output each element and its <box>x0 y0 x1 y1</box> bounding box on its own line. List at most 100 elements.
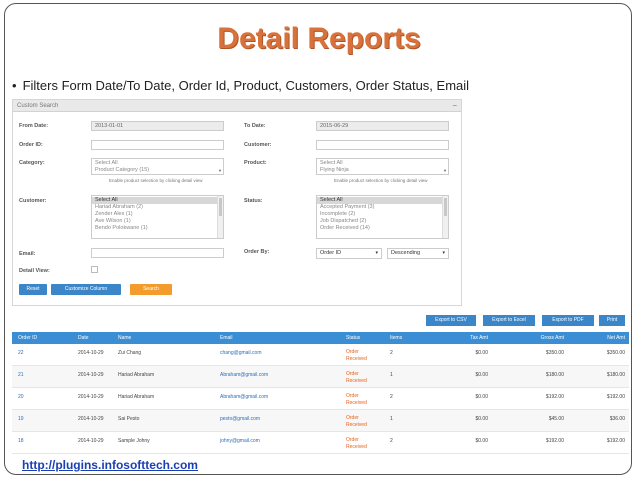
customer-option[interactable]: Ave Wilson (1) <box>95 218 220 225</box>
product-select[interactable]: Select All Flying Ninja ▼ <box>316 158 449 175</box>
customer-option[interactable]: Zender Alex (1) <box>95 211 220 218</box>
results-section: Export to CSV Export to Excel Export to … <box>12 312 629 464</box>
chevron-down-icon: ▾ <box>375 250 378 256</box>
cell-order-id[interactable]: 18 <box>18 438 24 444</box>
table-row: 21 2014-10-29 Hariad Abraham Abraham@gma… <box>12 366 629 388</box>
collapse-icon[interactable]: − <box>452 100 457 112</box>
table-row: 19 2014-10-29 Sai Pesto pesto@gmail.com … <box>12 410 629 432</box>
customize-column-button[interactable]: Customize Column <box>51 284 121 295</box>
status-option[interactable]: Job Dispatched (2) <box>320 218 445 225</box>
header-order-id[interactable]: Order ID <box>18 335 37 341</box>
table-row: 20 2014-10-29 Hariad Abraham Abraham@gma… <box>12 388 629 410</box>
print-button[interactable]: Print <box>599 315 625 326</box>
status-option[interactable]: Order Received (14) <box>320 225 445 232</box>
cell-name: Sai Pesto <box>118 416 140 422</box>
cell-email[interactable]: Abraham@gmail.com <box>220 394 268 400</box>
cell-status: Order Received <box>346 415 367 429</box>
category-option[interactable]: Product Category (15) <box>95 167 220 174</box>
customer-option[interactable]: Select All <box>92 197 223 204</box>
cell-order-id[interactable]: 20 <box>18 394 24 400</box>
panel-title: Custom Search <box>17 103 59 109</box>
cell-net-amt: $36.00 <box>609 416 625 422</box>
cell-date: 2014-10-29 <box>78 350 104 356</box>
cell-date: 2014-10-29 <box>78 372 104 378</box>
category-option[interactable]: Select All <box>95 160 220 167</box>
status-line: Order <box>346 393 359 399</box>
cell-order-id[interactable]: 21 <box>18 372 24 378</box>
cell-email[interactable]: johny@gmail.com <box>220 438 260 444</box>
header-email[interactable]: Email <box>220 335 233 341</box>
order-direction-select[interactable]: Descending ▾ <box>387 248 449 259</box>
reset-button[interactable]: Reset <box>19 284 47 295</box>
export-excel-button[interactable]: Export to Excel <box>483 315 535 326</box>
cell-email[interactable]: chang@gmail.com <box>220 350 261 356</box>
customer-option[interactable]: Bendo Polokwane (1) <box>95 225 220 232</box>
detail-view-label: Detail View: <box>19 268 50 274</box>
customer-text-input[interactable] <box>316 140 449 150</box>
status-line: Order <box>346 437 359 443</box>
header-tax-amt[interactable]: Tax Amt <box>460 335 488 341</box>
order-by-select[interactable]: Order ID ▾ <box>316 248 382 259</box>
search-button[interactable]: Search <box>130 284 172 295</box>
header-name[interactable]: Name <box>118 335 131 341</box>
header-net-amt[interactable]: Net Amt <box>592 335 625 341</box>
status-line: Received <box>346 356 367 362</box>
cell-net-amt: $192.00 <box>606 394 625 400</box>
cell-email[interactable]: pesto@gmail.com <box>220 416 260 422</box>
export-csv-button[interactable]: Export to CSV <box>426 315 476 326</box>
email-input[interactable] <box>91 248 224 258</box>
chevron-down-icon: ▼ <box>443 168 447 173</box>
cell-items: 2 <box>390 350 393 356</box>
product-option[interactable]: Flying Ninja <box>320 167 445 174</box>
header-gross-amt[interactable]: Gross Amt <box>527 335 564 341</box>
status-line: Received <box>346 422 367 428</box>
header-items[interactable]: Items <box>390 335 402 341</box>
cell-order-id[interactable]: 19 <box>18 416 24 422</box>
customer-scrollbar[interactable] <box>217 196 223 238</box>
panel-header: Custom Search − <box>13 100 461 112</box>
status-line: Order <box>346 415 359 421</box>
scrollbar-thumb[interactable] <box>444 198 447 216</box>
cell-gross-amt: $180.00 <box>545 372 564 378</box>
status-label: Status: <box>244 198 263 204</box>
cell-name: Hariad Abraham <box>118 394 155 400</box>
table-row: 18 2014-10-29 Sample Johny johny@gmail.c… <box>12 432 629 454</box>
cell-date: 2014-10-29 <box>78 416 104 422</box>
status-multiselect[interactable]: Select All Accepted Payment (3) Incomple… <box>316 195 449 239</box>
to-date-input[interactable]: 2015-06-29 <box>316 121 449 131</box>
export-pdf-button[interactable]: Export to PDF <box>542 315 594 326</box>
category-hint: Enable product selection by clicking det… <box>109 178 203 183</box>
cell-order-id[interactable]: 22 <box>18 350 24 356</box>
cell-email[interactable]: Abraham@gmail.com <box>220 372 268 378</box>
status-option[interactable]: Select All <box>317 197 448 204</box>
cell-items: 2 <box>390 438 393 444</box>
cell-tax-amt: $0.00 <box>475 394 488 400</box>
from-date-input[interactable]: 2013-01-01 <box>91 121 224 131</box>
status-scrollbar[interactable] <box>442 196 448 238</box>
cell-tax-amt: $0.00 <box>475 372 488 378</box>
status-line: Received <box>346 378 367 384</box>
status-option[interactable]: Incomplete (2) <box>320 211 445 218</box>
detail-view-checkbox[interactable] <box>91 266 98 273</box>
product-option[interactable]: Select All <box>320 160 445 167</box>
table-row: 22 2014-10-29 Zui Chang chang@gmail.com … <box>12 344 629 366</box>
order-direction-value: Descending <box>391 250 421 256</box>
customer-multiselect[interactable]: Select All Hariad Abraham (2) Zender Ale… <box>91 195 224 239</box>
cell-net-amt: $350.00 <box>606 350 625 356</box>
cell-tax-amt: $0.00 <box>475 350 488 356</box>
cell-gross-amt: $192.00 <box>545 438 564 444</box>
order-id-input[interactable] <box>91 140 224 150</box>
custom-search-panel: Custom Search − From Date: 2013-01-01 To… <box>12 99 462 306</box>
product-label: Product: <box>244 160 267 166</box>
category-select[interactable]: Select All Product Category (15) ▼ <box>91 158 224 175</box>
category-label: Category: <box>19 160 45 166</box>
scrollbar-thumb[interactable] <box>219 198 222 216</box>
order-by-value: Order ID <box>320 250 342 256</box>
email-label: Email: <box>19 251 36 257</box>
customer-option[interactable]: Hariad Abraham (2) <box>95 204 220 211</box>
status-option[interactable]: Accepted Payment (3) <box>320 204 445 211</box>
header-status[interactable]: Status <box>346 335 360 341</box>
cell-name: Sample Johny <box>118 438 150 444</box>
header-date[interactable]: Date <box>78 335 89 341</box>
footer-link[interactable]: http://plugins.infosofttech.com <box>20 458 200 472</box>
